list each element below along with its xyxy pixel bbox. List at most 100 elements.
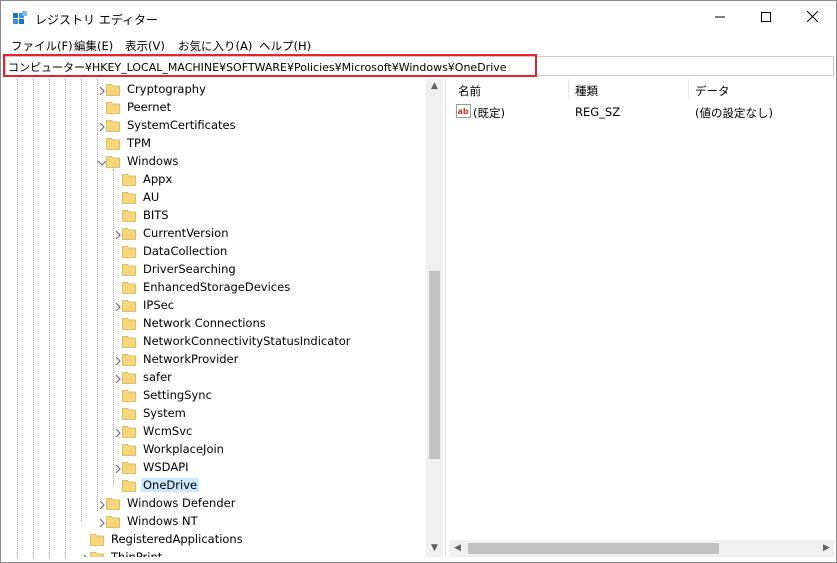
tree-node-label[interactable]: SystemCertificates	[125, 118, 238, 132]
folder-icon	[106, 515, 120, 528]
tree-node[interactable]: WSDAPI	[5, 459, 425, 477]
tree-node[interactable]: RegisteredApplications	[5, 531, 425, 549]
menu-favorites[interactable]: お気に入り(A)	[178, 38, 252, 54]
tree-node[interactable]: SettingSync	[5, 387, 425, 405]
column-header-name[interactable]: 名前	[458, 83, 481, 99]
list-scroll-thumb[interactable]	[468, 543, 719, 554]
scroll-down-icon[interactable]: ▼	[431, 543, 438, 553]
folder-icon	[122, 245, 136, 258]
tree-node[interactable]: Network Connections	[5, 315, 425, 333]
tree-node[interactable]: CurrentVersion	[5, 225, 425, 243]
tree-node[interactable]: safer	[5, 369, 425, 387]
address-path[interactable]: コンピューター¥HKEY_LOCAL_MACHINE¥SOFTWARE¥Poli…	[8, 59, 507, 75]
tree-node[interactable]: NetworkProvider	[5, 351, 425, 369]
column-separator[interactable]	[568, 79, 569, 99]
tree-node[interactable]: OneDrive	[5, 477, 425, 495]
tree-node[interactable]: Windows NT	[5, 513, 425, 531]
tree-node-label[interactable]: WcmSvc	[141, 424, 194, 438]
tree-node-label[interactable]: AU	[141, 190, 161, 204]
tree-node-label[interactable]: Appx	[141, 172, 174, 186]
tree-node[interactable]: Cryptography	[5, 81, 425, 99]
tree-node[interactable]: AU	[5, 189, 425, 207]
tree-node[interactable]: NetworkConnectivityStatusIndicator	[5, 333, 425, 351]
folder-icon	[122, 425, 136, 438]
tree-node[interactable]: Peernet	[5, 99, 425, 117]
folder-icon	[122, 173, 136, 186]
folder-icon	[122, 353, 136, 366]
tree-node[interactable]: DriverSearching	[5, 261, 425, 279]
menu-bar: ファイル(F) 編集(E) 表示(V) お気に入り(A) ヘルプ(H)	[1, 35, 836, 55]
value-data: (値の設定なし)	[695, 106, 773, 120]
folder-icon	[122, 371, 136, 384]
tree-node[interactable]: WcmSvc	[5, 423, 425, 441]
folder-icon	[106, 497, 120, 510]
menu-file[interactable]: ファイル(F)	[11, 38, 73, 54]
menu-help[interactable]: ヘルプ(H)	[259, 38, 311, 54]
folder-icon	[122, 335, 136, 348]
minimize-icon	[715, 11, 725, 25]
tree-node-label[interactable]: System	[141, 406, 188, 420]
menu-edit[interactable]: 編集(E)	[74, 38, 113, 54]
tree-node-label[interactable]: DataCollection	[141, 244, 229, 258]
tree-node[interactable]: Appx	[5, 171, 425, 189]
tree-node-label[interactable]: Windows	[125, 154, 180, 168]
string-value-icon: ab	[456, 104, 471, 118]
tree-node[interactable]: TPM	[5, 135, 425, 153]
tree-node-label[interactable]: Peernet	[125, 100, 173, 114]
tree-node-label[interactable]: NetworkProvider	[141, 352, 240, 366]
folder-icon	[106, 101, 120, 114]
scroll-up-icon[interactable]: ▲	[431, 81, 438, 91]
minimize-button[interactable]	[697, 1, 743, 35]
tree-node-label[interactable]: safer	[141, 370, 174, 384]
tree-node[interactable]: BITS	[5, 207, 425, 225]
close-button[interactable]	[789, 1, 835, 35]
tree-node-label[interactable]: Windows NT	[125, 514, 200, 528]
tree-node-label[interactable]: WSDAPI	[141, 460, 191, 474]
column-header-type[interactable]: 種類	[575, 83, 598, 99]
tree-node-label[interactable]: Network Connections	[141, 316, 268, 330]
tree-node[interactable]: DataCollection	[5, 243, 425, 261]
tree-node[interactable]: System	[5, 405, 425, 423]
tree-node-label[interactable]: TPM	[125, 136, 153, 150]
tree-node-label[interactable]: OneDrive	[141, 478, 200, 492]
tree-node[interactable]: ThinPrint	[5, 549, 425, 557]
folder-icon	[122, 317, 136, 330]
tree-node-label[interactable]: RegisteredApplications	[109, 532, 245, 546]
maximize-icon	[761, 11, 771, 25]
maximize-button[interactable]	[743, 1, 789, 35]
registry-editor-icon	[12, 11, 28, 27]
tree-node-label[interactable]: ThinPrint	[109, 550, 164, 557]
registry-editor-window: レジストリ エディター ファイル(F) 編集(E) 表示(V) お気に入り(A)…	[0, 0, 837, 563]
tree-node-label[interactable]: EnhancedStorageDevices	[141, 280, 292, 294]
folder-icon	[122, 227, 136, 240]
tree-node[interactable]: IPSec	[5, 297, 425, 315]
menu-view[interactable]: 表示(V)	[125, 38, 165, 54]
folder-icon	[106, 83, 120, 96]
column-separator[interactable]	[688, 79, 689, 99]
tree-node-label[interactable]: Windows Defender	[125, 496, 237, 510]
tree-node-label[interactable]: WorkplaceJoin	[141, 442, 226, 456]
tree-node-label[interactable]: SettingSync	[141, 388, 214, 402]
tree-node-label[interactable]: NetworkConnectivityStatusIndicator	[141, 334, 353, 348]
tree-node[interactable]: Windows Defender	[5, 495, 425, 513]
tree-scroll-thumb[interactable]	[429, 271, 440, 459]
tree-node-label[interactable]: BITS	[141, 208, 171, 222]
tree-node-label[interactable]: Cryptography	[125, 82, 208, 96]
folder-icon	[122, 389, 136, 402]
folder-icon	[106, 119, 120, 132]
tree-node-label[interactable]: DriverSearching	[141, 262, 238, 276]
title-bar[interactable]: レジストリ エディター	[1, 1, 836, 35]
tree-node-label[interactable]: IPSec	[141, 298, 176, 312]
tree-node[interactable]: EnhancedStorageDevices	[5, 279, 425, 297]
tree-node[interactable]: Windows	[5, 153, 425, 171]
tree-node[interactable]: WorkplaceJoin	[5, 441, 425, 459]
key-tree-pane[interactable]: Cryptography Peernet SystemCertificates TPM…	[5, 79, 446, 557]
window-title: レジストリ エディター	[35, 13, 158, 27]
scroll-left-icon[interactable]: ◀	[454, 543, 461, 553]
tree-node[interactable]: SystemCertificates	[5, 117, 425, 135]
scroll-right-icon[interactable]: ▶	[823, 543, 830, 553]
values-list-pane[interactable]: 名前 種類 データ	[449, 79, 836, 557]
tree-node-label[interactable]: CurrentVersion	[141, 226, 230, 240]
folder-icon	[90, 533, 104, 546]
column-header-data[interactable]: データ	[695, 83, 730, 99]
